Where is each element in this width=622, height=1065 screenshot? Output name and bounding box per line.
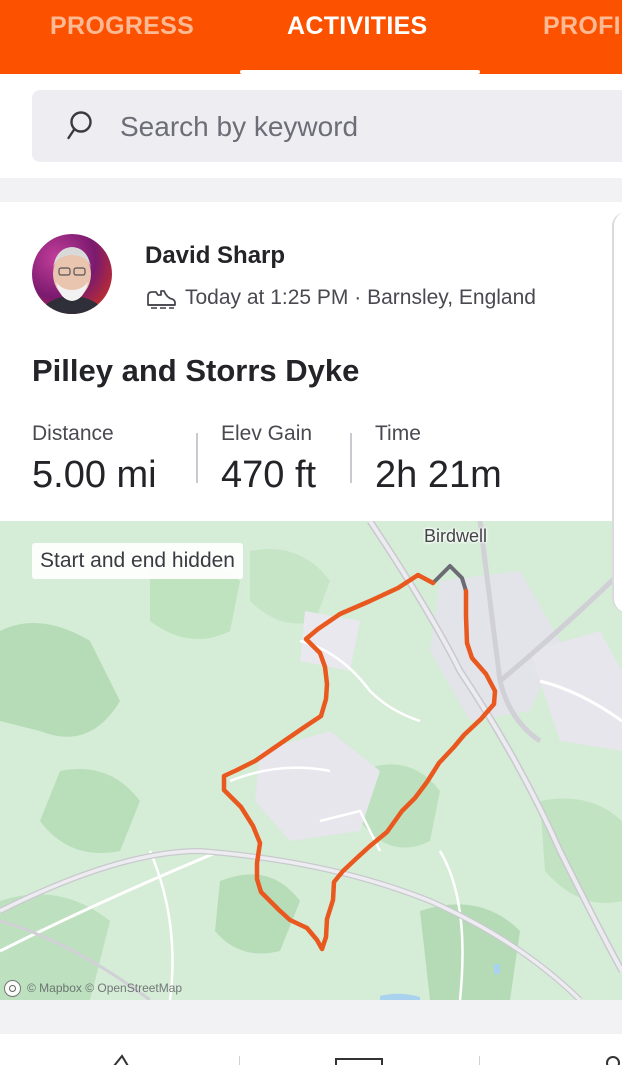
- like-icon[interactable]: [112, 1054, 132, 1065]
- bottom-action-bar: [0, 1034, 622, 1065]
- stat-divider: [350, 433, 352, 483]
- activity-meta-text: Today at 1:25 PM · Barnsley, England: [185, 286, 536, 309]
- activity-meta: Today at 1:25 PM · Barnsley, England: [145, 284, 536, 312]
- stat-label: Time: [375, 422, 421, 445]
- stat-divider: [196, 433, 198, 483]
- map-attribution[interactable]: © Mapbox © OpenStreetMap: [4, 979, 182, 997]
- stat-label: Elev Gain: [221, 422, 313, 445]
- map-canvas: [0, 521, 622, 1000]
- top-tab-bar: PROGRESS ACTIVITIES PROFILE: [0, 0, 622, 74]
- mapbox-logo-icon[interactable]: [4, 979, 21, 997]
- stat-distance: Distance 5.00 mi: [32, 422, 157, 497]
- search-box[interactable]: [32, 90, 622, 162]
- stat-label: Distance: [32, 422, 114, 445]
- search-input[interactable]: [120, 108, 620, 146]
- comment-icon[interactable]: [335, 1054, 383, 1065]
- activity-card[interactable]: David Sharp Today at 1:25 PM · Barnsley,…: [0, 202, 622, 1000]
- tab-progress[interactable]: PROGRESS: [50, 12, 194, 41]
- stat-value: 2h 21m: [375, 454, 502, 496]
- stat-value: 470 ft: [221, 454, 317, 496]
- avatar[interactable]: [32, 234, 112, 314]
- next-card-peek[interactable]: [612, 212, 622, 612]
- action-divider: [479, 1056, 480, 1065]
- search-area: [0, 74, 622, 178]
- bottom-separator: [0, 1000, 622, 1034]
- search-icon: [67, 111, 92, 140]
- athlete-name[interactable]: David Sharp: [145, 242, 285, 270]
- map-place-label: Birdwell: [424, 526, 488, 546]
- stat-time: Time 2h 21m: [375, 422, 502, 497]
- attribution-text[interactable]: © Mapbox © OpenStreetMap: [27, 981, 182, 995]
- activity-title[interactable]: Pilley and Storrs Dyke: [32, 353, 359, 389]
- stat-elev-gain: Elev Gain 470 ft: [221, 422, 316, 497]
- privacy-badge: Start and end hidden: [32, 543, 243, 579]
- share-icon[interactable]: [604, 1054, 622, 1065]
- walking-shoe-icon: [147, 290, 176, 309]
- tab-activities[interactable]: ACTIVITIES: [287, 12, 428, 41]
- action-divider: [239, 1056, 240, 1065]
- route-map[interactable]: Start and end hidden Birdwell © Mapbox ©…: [0, 521, 622, 1000]
- tab-profile[interactable]: PROFILE: [543, 12, 622, 41]
- stat-value: 5.00 mi: [32, 454, 157, 496]
